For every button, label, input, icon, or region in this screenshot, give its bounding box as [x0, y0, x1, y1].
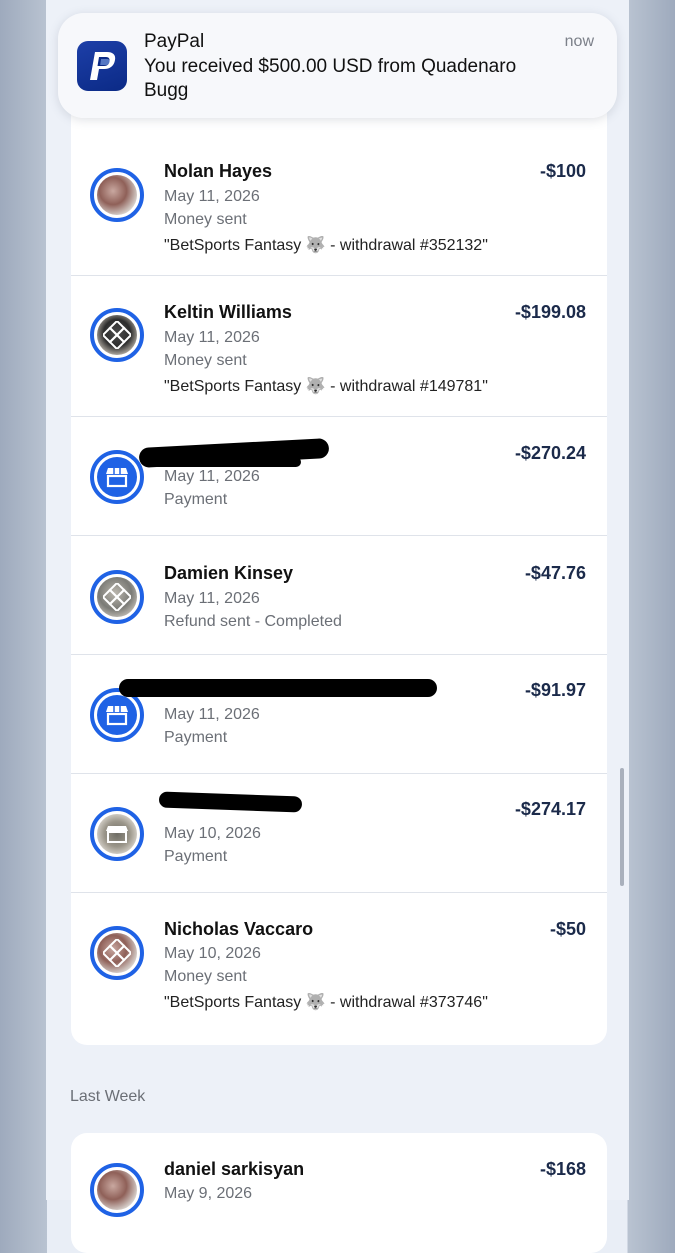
transaction-date: May 11, 2026 [164, 590, 260, 607]
transaction-date: May 11, 2026 [164, 706, 260, 723]
transaction-row[interactable]: May 11, 2026 Payment -$270.24 [71, 417, 607, 536]
notification-app-name: PayPal [144, 31, 205, 52]
transaction-type: Money sent [164, 352, 247, 369]
transaction-row[interactable]: May 11, 2026 Payment -$91.97 [71, 655, 607, 774]
transaction-row[interactable]: daniel sarkisyan May 9, 2026 -$168 [71, 1133, 607, 1253]
push-notification[interactable]: PayPal You received $500.00 USD from Qua… [58, 13, 617, 118]
last-week-card: daniel sarkisyan May 9, 2026 -$168 [71, 1133, 607, 1253]
section-header-last-week: Last Week [70, 1088, 146, 1105]
transaction-date: May 11, 2026 [164, 188, 260, 205]
transaction-date: May 11, 2026 [164, 329, 260, 346]
scrollbar[interactable] [620, 768, 624, 886]
transaction-type: Money sent [164, 968, 247, 985]
profile-placeholder-icon [103, 583, 131, 611]
transaction-row[interactable]: May 10, 2026 Payment -$274.17 [71, 774, 607, 893]
transaction-type: Payment [164, 848, 228, 865]
store-icon [106, 706, 128, 726]
avatar [90, 308, 144, 362]
transaction-row[interactable]: Nolan Hayes May 11, 2026 Money sent "Bet… [71, 96, 607, 276]
transaction-amount: -$270.24 [514, 443, 586, 463]
transaction-date: May 10, 2026 [164, 945, 261, 962]
transaction-name: Keltin Williams [164, 302, 292, 322]
transaction-type: Payment [164, 729, 228, 746]
transaction-type: Payment [164, 491, 228, 508]
store-icon [106, 468, 128, 488]
transaction-row[interactable]: Damien Kinsey May 11, 2026 Refund sent -… [71, 536, 607, 655]
redaction-mark [158, 791, 303, 813]
transaction-type: Refund sent - Completed [164, 613, 342, 630]
transaction-date: May 11, 2026 [164, 468, 260, 485]
redaction-mark [119, 679, 437, 697]
avatar [90, 450, 144, 504]
avatar [90, 926, 144, 980]
transaction-amount: -$50 [549, 919, 586, 939]
transaction-amount: -$100 [539, 161, 586, 181]
avatar [90, 570, 144, 624]
avatar [90, 1163, 144, 1217]
transaction-date: May 9, 2026 [164, 1185, 253, 1202]
transaction-amount: -$199.08 [514, 302, 586, 322]
transaction-date: May 10, 2026 [164, 825, 261, 842]
transaction-note: "BetSports Fantasy 🐺 - withdrawal #37374… [164, 994, 488, 1011]
transaction-name: Nolan Hayes [164, 161, 273, 181]
notification-message: You received $500.00 USD from Quadenaro … [144, 56, 517, 101]
transaction-name: Damien Kinsey [164, 563, 294, 583]
transaction-amount: -$168 [539, 1159, 586, 1179]
transaction-row[interactable]: Keltin Williams May 11, 2026 Money sent … [71, 276, 607, 417]
transactions-card: Nolan Hayes May 11, 2026 Money sent "Bet… [71, 96, 607, 1045]
transaction-name: Nicholas Vaccaro [164, 919, 314, 939]
transaction-note: "BetSports Fantasy 🐺 - withdrawal #14978… [164, 378, 488, 395]
transaction-note: "BetSports Fantasy 🐺 - withdrawal #35213… [164, 237, 488, 254]
profile-placeholder-icon [103, 939, 131, 967]
transaction-amount: -$47.76 [524, 563, 586, 583]
profile-placeholder-icon [103, 321, 131, 349]
avatar [90, 807, 144, 861]
redaction-mark [151, 457, 301, 467]
avatar [90, 168, 144, 222]
paypal-logo-icon [77, 41, 127, 91]
transaction-amount: -$274.17 [514, 799, 586, 819]
store-icon [106, 826, 128, 843]
transaction-amount: -$91.97 [524, 680, 586, 700]
transaction-row[interactable]: Nicholas Vaccaro May 10, 2026 Money sent… [71, 893, 607, 1045]
transaction-name: daniel sarkisyan [164, 1159, 305, 1179]
transaction-type: Money sent [164, 211, 247, 228]
notification-time: now [564, 33, 594, 50]
